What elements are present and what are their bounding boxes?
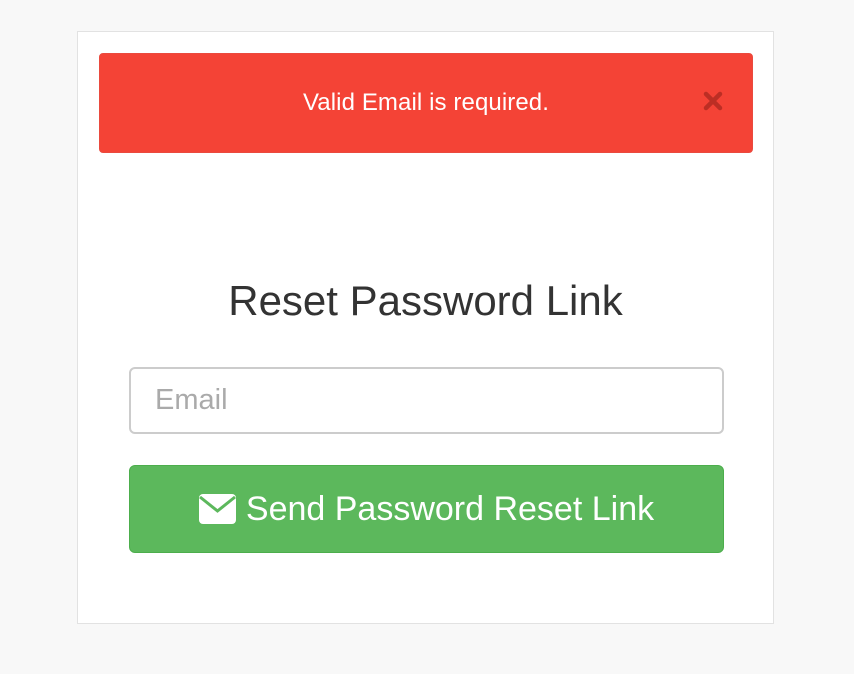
page-title: Reset Password Link (228, 277, 623, 324)
send-reset-link-button[interactable]: Send Password Reset Link (129, 465, 724, 553)
alert-message: Valid Email is required. (302, 89, 550, 116)
envelope-icon (198, 494, 236, 524)
reset-password-card: Valid Email is required. Reset Password … (77, 31, 774, 624)
email-field[interactable] (129, 367, 724, 434)
error-alert: Valid Email is required. (99, 53, 753, 153)
close-icon[interactable] (702, 90, 724, 112)
send-button-label: Send Password Reset Link (245, 489, 655, 528)
